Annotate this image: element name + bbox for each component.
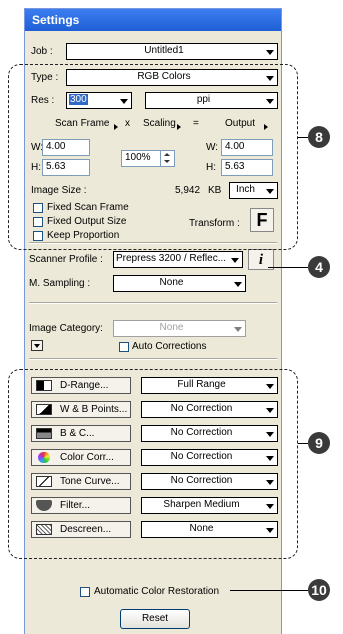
chevron-down-icon bbox=[231, 258, 239, 263]
image-category-label: Image Category: bbox=[29, 323, 103, 334]
image-category-value: None bbox=[159, 322, 184, 333]
callout-badge-9: 9 bbox=[308, 432, 330, 454]
auto-color-restoration-label: Automatic Color Restoration bbox=[94, 586, 220, 597]
auto-corrections-label: Auto Corrections bbox=[132, 341, 207, 352]
expand-toggle-button[interactable] bbox=[31, 340, 43, 351]
job-value: Untitled1 bbox=[144, 45, 184, 56]
scanner-profile-value: Prepress 3200 / Reflec... bbox=[116, 253, 226, 264]
chevron-down-icon bbox=[234, 282, 242, 287]
separator bbox=[29, 358, 277, 360]
callout-badge-4: 4 bbox=[308, 256, 330, 278]
callout-line-10 bbox=[230, 590, 308, 591]
bracket-group-9 bbox=[8, 369, 298, 559]
job-label: Job : bbox=[31, 46, 53, 57]
chevron-down-icon bbox=[266, 50, 274, 55]
callout-badge-8: 8 bbox=[308, 126, 330, 148]
chevron-down-icon bbox=[234, 327, 242, 332]
separator bbox=[29, 302, 277, 304]
auto-color-restoration-checkbox[interactable] bbox=[80, 587, 90, 597]
callout-line-8 bbox=[298, 137, 308, 138]
callout-line-9 bbox=[298, 443, 308, 444]
scanner-profile-label: Scanner Profile : bbox=[29, 254, 103, 265]
callout-badge-10: 10 bbox=[308, 579, 330, 601]
callout-line-4 bbox=[268, 267, 308, 268]
m-sampling-value: None bbox=[159, 277, 184, 288]
m-sampling-dropdown[interactable]: None bbox=[113, 275, 246, 292]
job-dropdown[interactable]: Untitled1 bbox=[66, 43, 278, 60]
scanner-profile-dropdown[interactable]: Prepress 3200 / Reflec... bbox=[113, 251, 243, 268]
m-sampling-label: M. Sampling : bbox=[29, 278, 91, 289]
image-category-dropdown[interactable]: None bbox=[113, 320, 246, 337]
panel-title: Settings bbox=[25, 9, 281, 31]
bracket-group-8 bbox=[8, 64, 298, 250]
reset-button[interactable]: Reset bbox=[120, 609, 190, 629]
chevron-down-icon bbox=[34, 344, 40, 348]
auto-corrections-checkbox[interactable] bbox=[119, 342, 129, 352]
